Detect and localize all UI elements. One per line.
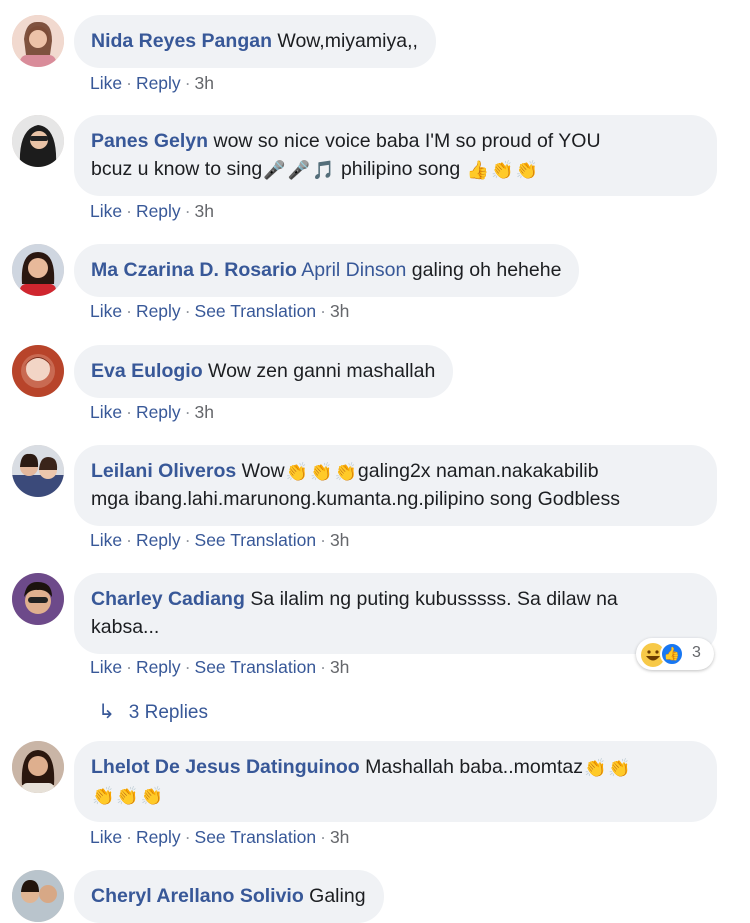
comment-actions: Like · Reply · 3h [90, 402, 214, 422]
comment-bubble: Eva Eulogio Wow zen ganni mashallah [74, 345, 454, 398]
clapping-hands-emoji: 👏 [608, 758, 631, 778]
comment-text: Mashallah baba..momtaz [365, 756, 583, 778]
comment-bubble: Panes Gelyn wow so nice voice baba I'M s… [74, 115, 717, 196]
avatar[interactable] [12, 115, 64, 167]
like-link[interactable]: Like [90, 73, 122, 93]
clapping-hands-emoji: 👏 [116, 786, 139, 806]
comment-text: Wow,miyamiya,, [277, 30, 418, 52]
comment-text: galing2x naman.nakakabilib [357, 460, 599, 482]
reply-link[interactable]: Reply [136, 530, 181, 550]
microphone-emoji: 🎤 [263, 160, 286, 180]
reply-link[interactable]: Reply [136, 402, 181, 422]
comment-timestamp[interactable]: 3h [195, 402, 214, 422]
thumbs-up-emoji: 👍 [466, 160, 490, 180]
clapping-hands-emoji: 👏 [310, 462, 333, 482]
comment-author[interactable]: Eva Eulogio [91, 360, 203, 382]
comment-bubble: Charley Cadiang Sa ilalim ng puting kubu… [74, 573, 717, 654]
avatar[interactable] [12, 741, 64, 793]
comment-bubble: Cheryl Arellano Solivio Galing [74, 870, 384, 923]
comment-actions: Like · Reply · 3h [90, 201, 214, 221]
avatar[interactable] [12, 573, 64, 625]
comment-author[interactable]: Nida Reyes Pangan [91, 30, 272, 52]
clapping-hands-emoji: 👏 [334, 462, 357, 482]
mentioned-user-link[interactable]: April Dinson [301, 259, 406, 281]
reply-link[interactable]: Reply [136, 201, 181, 221]
reply-link[interactable]: Reply [136, 657, 181, 677]
replies-label[interactable]: 3 Replies [129, 702, 208, 723]
comment-text: bcuz u know to sing [91, 158, 263, 180]
comment-timestamp[interactable]: 3h [330, 530, 349, 550]
like-link[interactable]: Like [90, 827, 122, 847]
avatar[interactable] [12, 345, 64, 397]
comment-text: philipino song [340, 158, 461, 180]
clapping-hands-emoji: 👏 [140, 786, 164, 806]
clapping-hands-emoji: 👏 [92, 786, 115, 806]
comment-bubble: Lhelot De Jesus Datinguinoo Mashallah ba… [74, 741, 717, 822]
like-link[interactable]: Like [90, 201, 122, 221]
comment-author[interactable]: Charley Cadiang [91, 588, 245, 610]
see-translation-link[interactable]: See Translation [195, 530, 317, 550]
comment-text: mga ibang.lahi.marunong.kumanta.ng.pilip… [91, 488, 621, 510]
like-reaction-icon: 👍 [660, 642, 684, 666]
avatar[interactable] [12, 244, 64, 296]
comment-text: wow so nice voice baba I'M so proud of Y… [213, 130, 601, 152]
like-link[interactable]: Like [90, 530, 122, 550]
reply-link[interactable]: Reply [136, 827, 181, 847]
comment-text: kabsa... [91, 616, 160, 638]
comment-actions: Like · Reply · See Translation · 3h [90, 827, 350, 847]
clapping-hands-emoji: 👏 [491, 160, 514, 180]
comment-text: Galing [309, 885, 366, 907]
comment-timestamp[interactable]: 3h [330, 301, 349, 321]
see-translation-link[interactable]: See Translation [195, 827, 317, 847]
avatar[interactable] [12, 445, 64, 497]
comment-author[interactable]: Ma Czarina D. Rosario [91, 259, 297, 281]
clapping-hands-emoji: 👏 [515, 160, 538, 180]
microphone-emoji: 🎤 [287, 160, 311, 180]
comment-timestamp[interactable]: 3h [195, 73, 214, 93]
reply-arrow-icon: ↳ [98, 701, 115, 723]
see-translation-link[interactable]: See Translation [195, 301, 317, 321]
comment-author[interactable]: Panes Gelyn [91, 130, 208, 152]
comment-timestamp[interactable]: 3h [195, 201, 214, 221]
see-translation-link[interactable]: See Translation [195, 657, 317, 677]
clapping-hands-emoji: 👏 [583, 758, 607, 778]
reply-link[interactable]: Reply [136, 301, 181, 321]
comment-actions: Like · Reply · See Translation · 3h [90, 301, 350, 321]
reaction-count: 3 [692, 644, 701, 661]
comment-actions: Like · Reply · See Translation · 3h [90, 657, 350, 677]
comment-author[interactable]: Leilani Oliveros [91, 460, 236, 482]
comment-author[interactable]: Cheryl Arellano Solivio [91, 885, 304, 907]
comment-timestamp[interactable]: 3h [330, 827, 349, 847]
view-replies-link[interactable]: ↳ 3 Replies [98, 700, 208, 725]
comment-actions: Like · Reply · See Translation · 3h [90, 530, 350, 550]
comment-bubble: Leilani Oliveros Wow👏 👏 👏galing2x naman.na… [74, 445, 717, 526]
avatar[interactable] [12, 870, 64, 922]
comment-actions: Like · Reply · 3h [90, 73, 214, 93]
comment-bubble: Ma Czarina D. Rosario April Dinson galin… [74, 244, 580, 297]
reply-link[interactable]: Reply [136, 73, 181, 93]
comment-bubble: Nida Reyes Pangan Wow,miyamiya,, [74, 15, 436, 68]
like-link[interactable]: Like [90, 402, 122, 422]
avatar[interactable] [12, 15, 64, 67]
reactions-summary[interactable]: 👍 3 [636, 638, 714, 670]
comment-timestamp[interactable]: 3h [330, 657, 349, 677]
comment-text: Wow zen ganni mashallah [208, 360, 436, 382]
comment-text: Sa ilalim ng puting kubusssss. Sa dilaw … [250, 588, 618, 610]
comment-author[interactable]: Lhelot De Jesus Datinguinoo [91, 756, 360, 778]
comment-text: galing oh hehehe [411, 259, 562, 281]
comment-text: Wow [241, 460, 285, 482]
clapping-hands-emoji: 👏 [285, 462, 309, 482]
like-link[interactable]: Like [90, 657, 122, 677]
like-link[interactable]: Like [90, 301, 122, 321]
music-note-emoji: 🎵 [312, 160, 335, 180]
